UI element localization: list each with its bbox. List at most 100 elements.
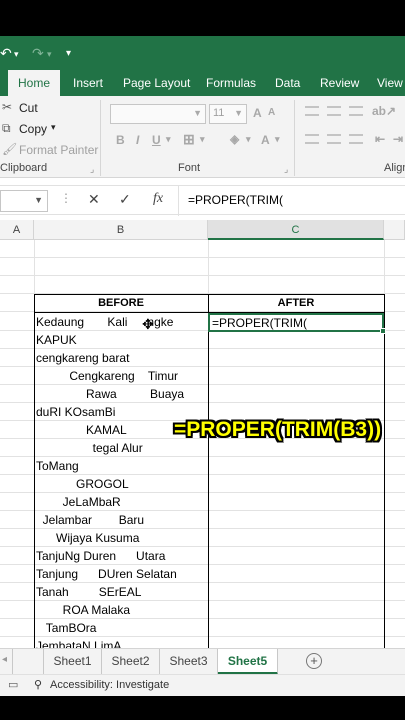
before-cell[interactable]: Tanjung DUren Selatan <box>36 565 208 583</box>
formula-input[interactable]: =PROPER(TRIM( <box>188 193 283 207</box>
sheet-tab-sheet1[interactable]: Sheet1 <box>44 649 102 675</box>
macro-record-icon[interactable]: ▭ <box>8 678 18 691</box>
before-cell[interactable]: Wijaya Kusuma <box>36 529 208 547</box>
after-cell[interactable] <box>210 565 384 583</box>
copy-button[interactable]: Copy <box>19 122 47 136</box>
align-bottom-icon[interactable] <box>349 106 363 116</box>
before-cell[interactable]: cengkareng barat <box>36 349 208 367</box>
after-cell[interactable] <box>210 367 384 385</box>
after-cell[interactable] <box>210 511 384 529</box>
name-box[interactable]: ▼ <box>0 190 48 212</box>
before-cell[interactable]: TanjuNg Duren Utara <box>36 547 208 565</box>
column-header-d[interactable] <box>384 220 405 240</box>
font-name-combo[interactable]: ▼ <box>110 104 206 124</box>
align-right-icon[interactable] <box>349 134 363 144</box>
scissors-icon[interactable]: ✂ <box>2 100 12 114</box>
after-cell[interactable] <box>210 529 384 547</box>
worksheet-grid[interactable]: BEFORE AFTER Kedaung Kali ngke KAPUK cengk… <box>0 240 405 654</box>
after-cell[interactable] <box>210 349 384 367</box>
fill-handle[interactable] <box>380 328 386 334</box>
after-cell[interactable] <box>210 331 384 349</box>
borders-dropdown-icon[interactable]: ▾ <box>200 134 205 145</box>
underline-icon[interactable]: U <box>152 133 161 147</box>
after-cell[interactable] <box>210 457 384 475</box>
cut-button[interactable]: Cut <box>19 101 38 115</box>
increase-indent-icon[interactable]: ⇥ <box>393 132 403 146</box>
insert-function-button[interactable]: fx <box>153 191 163 207</box>
sheet-tab-sheet2[interactable]: Sheet2 <box>102 649 160 675</box>
after-cell[interactable] <box>210 619 384 637</box>
font-color-icon[interactable]: A <box>261 133 270 147</box>
font-color-dropdown-icon[interactable]: ▾ <box>275 134 280 145</box>
undo-dropdown-icon[interactable]: ▾ <box>14 49 19 60</box>
after-cell[interactable] <box>210 547 384 565</box>
before-cell[interactable]: KAPUK <box>36 331 208 349</box>
cancel-button[interactable]: ✕ <box>88 191 100 208</box>
before-cell[interactable]: Jelambar Baru <box>36 511 208 529</box>
after-cell[interactable] <box>210 493 384 511</box>
before-cell[interactable]: JeLaMbaR <box>36 493 208 511</box>
chevron-down-icon[interactable]: ▼ <box>34 195 43 205</box>
orientation-icon[interactable]: ab↗ <box>372 104 396 118</box>
after-cell[interactable] <box>210 475 384 493</box>
ribbon: ✂ Cut ⧉ Copy ▾ 🖌 Format Painter Clipboar… <box>0 96 405 178</box>
clipboard-launcher-icon[interactable]: ⌟ <box>90 164 94 175</box>
add-sheet-icon[interactable]: + <box>306 653 322 669</box>
tab-insert[interactable]: Insert <box>63 70 113 96</box>
tab-review[interactable]: Review <box>310 70 369 96</box>
accessibility-status[interactable]: Accessibility: Investigate <box>50 679 169 691</box>
before-cell[interactable]: GROGOL <box>36 475 208 493</box>
italic-icon[interactable]: I <box>136 133 139 147</box>
before-cell[interactable]: ROA Malaka <box>36 601 208 619</box>
increase-font-icon[interactable]: A <box>253 106 262 120</box>
before-cell[interactable]: Tanah SErEAL <box>36 583 208 601</box>
decrease-indent-icon[interactable]: ⇤ <box>375 132 385 146</box>
after-cell[interactable] <box>210 601 384 619</box>
tab-view[interactable]: View <box>367 70 405 96</box>
before-cell[interactable]: TamBOra <box>36 619 208 637</box>
align-center-icon[interactable] <box>327 134 341 144</box>
before-cell[interactable]: Rawa Buaya <box>36 385 208 403</box>
tab-data[interactable]: Data <box>265 70 310 96</box>
font-size-combo[interactable]: 11 ▼ <box>209 104 247 124</box>
before-cell[interactable]: Kedaung Kali ngke <box>36 313 208 331</box>
customize-toolbar-icon[interactable]: ▾ <box>66 48 71 59</box>
underline-dropdown-icon[interactable]: ▾ <box>166 134 171 145</box>
before-cell[interactable]: ToMang <box>36 457 208 475</box>
after-cell[interactable] <box>210 385 384 403</box>
format-painter-button[interactable]: Format Painter <box>19 143 98 157</box>
sheet-tab-sheet5[interactable]: Sheet5 <box>218 649 278 675</box>
column-header-b[interactable]: B <box>34 220 208 240</box>
after-cell[interactable] <box>210 583 384 601</box>
undo-icon[interactable]: ↶ <box>0 45 12 62</box>
scroll-tabs-icon[interactable]: ◂ <box>2 654 7 665</box>
fill-dropdown-icon[interactable]: ▾ <box>246 134 251 145</box>
header-before[interactable]: BEFORE <box>34 294 208 312</box>
borders-icon[interactable]: ⊞ <box>183 131 195 148</box>
copy-dropdown-icon[interactable]: ▾ <box>51 122 56 133</box>
tab-formulas[interactable]: Formulas <box>196 70 266 96</box>
align-left-icon[interactable] <box>305 134 319 144</box>
redo-dropdown-icon[interactable]: ▾ <box>47 49 52 60</box>
align-top-icon[interactable] <box>305 106 319 116</box>
font-launcher-icon[interactable]: ⌟ <box>284 164 288 175</box>
column-header-c[interactable]: C <box>208 220 384 240</box>
sheet-tab-overflow[interactable] <box>12 649 44 675</box>
fill-color-icon[interactable]: ◈ <box>230 132 239 146</box>
align-middle-icon[interactable] <box>327 106 341 116</box>
sheet-tab-sheet3[interactable]: Sheet3 <box>160 649 218 675</box>
copy-icon[interactable]: ⧉ <box>2 121 11 136</box>
redo-icon[interactable]: ↷ <box>32 45 44 62</box>
column-header-a[interactable]: A <box>0 220 34 240</box>
tab-page-layout[interactable]: Page Layout <box>113 70 200 96</box>
tab-home[interactable]: Home <box>8 70 60 96</box>
accessibility-icon[interactable]: ⚲ <box>34 678 42 691</box>
header-after[interactable]: AFTER <box>208 294 384 312</box>
before-cell[interactable]: Cengkareng Timur <box>36 367 208 385</box>
enter-button[interactable]: ✓ <box>119 191 131 208</box>
status-bar: ▭ ⚲ Accessibility: Investigate <box>0 674 405 696</box>
format-painter-icon[interactable]: 🖌 <box>2 142 17 156</box>
bold-icon[interactable]: B <box>116 133 125 147</box>
active-cell-c3[interactable]: =PROPER(TRIM( <box>208 313 384 332</box>
decrease-font-icon[interactable]: A <box>268 107 275 118</box>
